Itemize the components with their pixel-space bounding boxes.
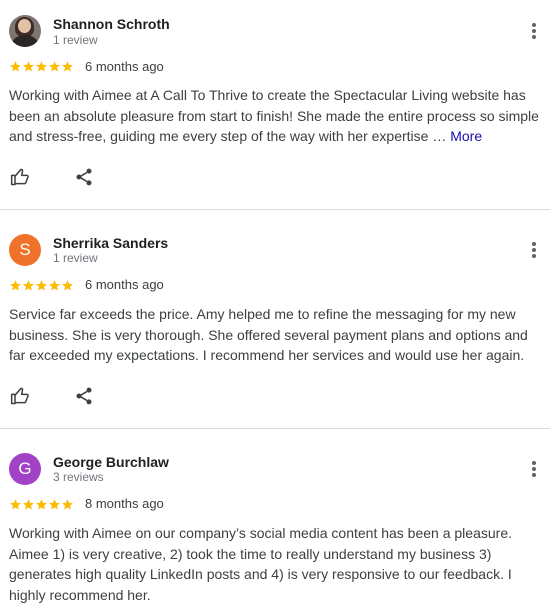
review-time: 6 months ago [85, 277, 164, 292]
like-icon[interactable] [10, 167, 30, 187]
avatar[interactable]: G [9, 453, 41, 485]
review-text: Service far exceeds the price. Amy helpe… [9, 306, 528, 363]
review-time: 6 months ago [85, 59, 164, 74]
share-icon[interactable] [74, 386, 94, 406]
star-icon [48, 60, 61, 73]
like-icon[interactable] [10, 386, 30, 406]
star-icon [35, 279, 48, 292]
review-text: Working with Aimee at A Call To Thrive t… [9, 85, 539, 147]
star-icon [22, 498, 35, 511]
more-link[interactable]: More [450, 128, 482, 144]
avatar-letter: G [18, 459, 32, 478]
avatar[interactable]: S [9, 234, 41, 266]
star-icon [48, 498, 61, 511]
star-icon [61, 60, 74, 73]
star-icon [61, 279, 74, 292]
reviewer-name[interactable]: Sherrika Sanders [53, 235, 168, 251]
star-rating [9, 60, 74, 74]
star-icon [22, 60, 35, 73]
star-icon [48, 279, 61, 292]
divider [0, 428, 550, 429]
more-options-icon[interactable] [526, 459, 542, 479]
divider [0, 209, 550, 210]
avatar-letter: S [19, 240, 31, 259]
star-rating [9, 279, 74, 293]
star-icon [9, 60, 22, 73]
reviewer-review-count: 3 reviews [53, 470, 104, 484]
star-icon [35, 498, 48, 511]
star-icon [9, 279, 22, 292]
reviewer-review-count: 1 review [53, 33, 98, 47]
reviewer-name[interactable]: Shannon Schroth [53, 16, 170, 32]
reviewer-review-count: 1 review [53, 251, 98, 265]
star-icon [35, 60, 48, 73]
reviewer-name[interactable]: George Burchlaw [53, 454, 169, 470]
avatar[interactable] [9, 15, 41, 47]
star-icon [61, 498, 74, 511]
star-icon [9, 498, 22, 511]
share-icon[interactable] [74, 167, 94, 187]
more-options-icon[interactable] [526, 240, 542, 260]
review-text: Working with Aimee on our company’s soci… [9, 525, 512, 603]
star-icon [22, 279, 35, 292]
star-rating [9, 498, 74, 512]
review-time: 8 months ago [85, 496, 164, 511]
more-options-icon[interactable] [526, 21, 542, 41]
